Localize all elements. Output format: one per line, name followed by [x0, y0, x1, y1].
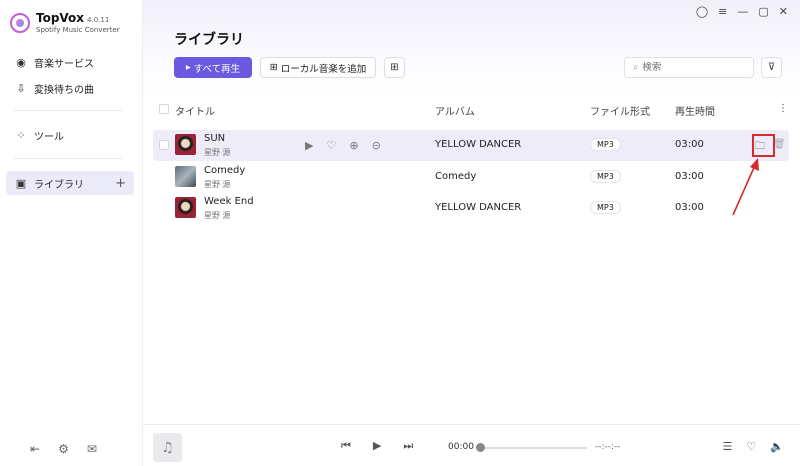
filter-icon: ⊽	[767, 62, 776, 73]
add-playlist-icon[interactable]: +	[115, 176, 126, 191]
playback-controls: ⏮ ▶ ⏭	[341, 439, 413, 453]
search-icon: ⌕	[633, 62, 639, 73]
sidebar-item-library[interactable]: ▣ ライブラリ +	[6, 171, 134, 195]
annotation-arrow	[732, 158, 759, 216]
collapse-sidebar-icon[interactable]: ⇤	[30, 442, 40, 456]
library-icon: ▣	[15, 176, 27, 190]
highlight-box	[752, 134, 775, 157]
previous-icon[interactable]: ⏮	[341, 439, 351, 453]
row-actions: ▶ ♡ ⊕ ⊝	[305, 139, 381, 152]
track-title: Week End	[204, 196, 254, 207]
sidebar-item-label: 変換待ちの曲	[34, 84, 94, 96]
track-duration: 03:00	[675, 139, 704, 150]
play-all-button[interactable]: ▸ すべて再生	[174, 57, 252, 78]
header-album: アルバム	[435, 107, 475, 118]
format-badge: MP3	[590, 170, 621, 183]
volume-icon[interactable]: 🔈	[770, 440, 784, 453]
table-row[interactable]: Week End 星野 源 YELLOW DANCER MP3 03:00	[153, 193, 789, 224]
next-icon[interactable]: ⏭	[403, 439, 413, 453]
album-cover	[175, 166, 196, 187]
player-bar: ♫ ⏮ ▶ ⏭ 00:00 --:--:-- ☰ ♡ 🔈	[143, 424, 800, 466]
table-row[interactable]: SUN 星野 源 ▶ ♡ ⊕ ⊝ YELLOW DANCER MP3 03:00…	[153, 130, 789, 161]
add-local-label: ローカル音楽を追加	[280, 63, 367, 75]
more-options-icon[interactable]: ⋮	[778, 103, 788, 114]
table-row[interactable]: Comedy 星野 源 Comedy MP3 03:00	[153, 162, 789, 193]
more-icon[interactable]: ⊝	[372, 139, 381, 152]
track-album: YELLOW DANCER	[435, 202, 522, 213]
app-subtitle: Spotify Music Converter	[36, 26, 120, 34]
sidebar-divider	[14, 110, 122, 111]
music-note-icon: ♫	[161, 439, 174, 456]
tools-grid-icon: ⁘	[16, 128, 26, 142]
close-icon[interactable]: ✕	[779, 5, 788, 18]
search-input[interactable]	[642, 62, 738, 73]
track-artist: 星野 源	[204, 211, 231, 220]
page-title: ライブラリ	[174, 32, 244, 48]
track-artist: 星野 源	[204, 180, 231, 189]
track-duration: 03:00	[675, 202, 704, 213]
search-box[interactable]: ⌕	[624, 57, 754, 78]
grid-icon: ⊞	[390, 62, 399, 73]
brand: TopVox 4.0.11 Spotify Music Converter	[10, 11, 120, 34]
sidebar-item-label: 音楽サービス	[34, 58, 94, 70]
header-format: ファイル形式	[590, 107, 650, 118]
header-title: タイトル	[175, 107, 215, 118]
heart-icon[interactable]: ♡	[326, 139, 336, 152]
sidebar-item-tools[interactable]: ⁘ ツール	[6, 123, 134, 147]
minimize-icon[interactable]: —	[737, 5, 748, 18]
track-title: Comedy	[204, 165, 246, 176]
format-badge: MP3	[590, 138, 621, 151]
sidebar-item-music-service[interactable]: ◉ 音楽サービス	[6, 50, 134, 74]
sidebar-bottom-toolbar: ⇤ ⚙ ✉	[30, 442, 97, 456]
app-name: TopVox	[36, 11, 85, 25]
menu-icon[interactable]: ≡	[718, 5, 727, 18]
filter-button[interactable]: ⊽	[761, 57, 782, 78]
account-icon[interactable]: ◯	[696, 5, 708, 18]
app-logo	[10, 12, 30, 33]
maximize-icon[interactable]: ▢	[758, 5, 768, 18]
app-version: 4.0.11	[87, 16, 110, 24]
row-checkbox[interactable]	[159, 140, 169, 150]
player-right-controls: ☰ ♡ 🔈	[723, 440, 784, 453]
sidebar-item-pending[interactable]: ⇩ 変換待ちの曲	[6, 76, 134, 100]
progress-knob[interactable]	[476, 443, 485, 452]
header-duration: 再生時間	[675, 107, 715, 118]
current-time: 00:00	[448, 442, 474, 452]
main-panel: ◯ ≡ — ▢ ✕ ライブラリ ▸ すべて再生 ⊞ ローカル音楽を追加 ⊞ ⌕ …	[143, 0, 800, 466]
now-playing-cover: ♫	[153, 433, 182, 462]
sidebar: TopVox 4.0.11 Spotify Music Converter ◉ 音…	[0, 0, 143, 466]
track-title: SUN	[204, 133, 226, 144]
track-duration: 03:00	[675, 171, 704, 182]
progress-track[interactable]	[479, 447, 587, 449]
heart-icon[interactable]: ♡	[746, 440, 756, 453]
playlist-icon[interactable]: ☰	[723, 440, 733, 453]
download-tray-icon: ⇩	[16, 81, 26, 95]
select-all-checkbox[interactable]	[159, 104, 169, 114]
grid-view-button[interactable]: ⊞	[384, 57, 405, 78]
sidebar-item-label: ライブラリ	[34, 179, 84, 191]
play-icon[interactable]: ▶	[373, 439, 381, 453]
track-album: Comedy	[435, 171, 477, 182]
add-to-playlist-icon[interactable]: ⊕	[349, 139, 358, 152]
track-album: YELLOW DANCER	[435, 139, 522, 150]
sidebar-item-label: ツール	[34, 131, 64, 143]
play-all-label: すべて再生	[193, 63, 241, 75]
sidebar-divider	[14, 158, 122, 159]
plus-square-icon: ⊞	[269, 62, 278, 73]
add-local-music-button[interactable]: ⊞ ローカル音楽を追加	[260, 57, 376, 78]
album-cover	[175, 197, 196, 218]
music-disc-icon: ◉	[16, 55, 26, 69]
total-time: --:--:--	[595, 442, 621, 452]
album-cover	[175, 134, 196, 155]
play-icon[interactable]: ▶	[305, 139, 313, 152]
play-icon: ▸	[185, 62, 191, 73]
format-badge: MP3	[590, 201, 621, 214]
settings-icon[interactable]: ⚙	[58, 442, 69, 456]
window-controls: ◯ ≡ — ▢ ✕	[696, 5, 788, 18]
table-header: タイトル アルバム ファイル形式 再生時間 ⋮	[153, 101, 793, 119]
track-artist: 星野 源	[204, 148, 231, 157]
mail-icon[interactable]: ✉	[87, 442, 97, 456]
